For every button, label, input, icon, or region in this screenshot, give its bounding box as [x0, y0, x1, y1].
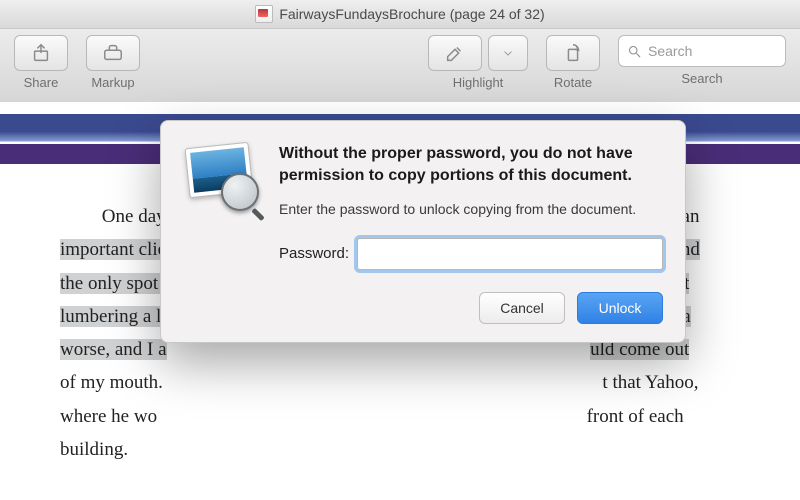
toolbar-group-share: Share [14, 35, 68, 90]
toolbar-group-markup: Markup [86, 35, 140, 90]
toolbar-group-search: Search Search [618, 35, 786, 86]
toolbar-group-highlight: Highlight [428, 35, 528, 90]
rotate-icon [562, 42, 584, 64]
preview-app-icon [183, 143, 261, 211]
dialog-heading: Without the proper password, you do not … [279, 143, 663, 186]
highlight-label: Highlight [453, 75, 504, 90]
markup-label: Markup [91, 75, 134, 90]
document-icon [255, 5, 273, 23]
cancel-button[interactable]: Cancel [479, 292, 565, 324]
toolbar: Share Markup Highlight Rotate [0, 29, 800, 110]
highlight-options-button[interactable] [488, 35, 528, 71]
highlighter-icon [444, 42, 466, 64]
share-button[interactable] [14, 35, 68, 71]
search-label: Search [681, 71, 722, 86]
highlight-button[interactable] [428, 35, 482, 71]
rotate-button[interactable] [546, 35, 600, 71]
chevron-down-icon [502, 47, 514, 59]
share-label: Share [24, 75, 59, 90]
search-input[interactable]: Search [618, 35, 786, 67]
search-icon [627, 44, 642, 59]
rotate-label: Rotate [554, 75, 592, 90]
window-titlebar: FairwaysFundaysBrochure (page 24 of 32) [0, 0, 800, 29]
unlock-button[interactable]: Unlock [577, 292, 663, 324]
search-placeholder: Search [648, 43, 692, 59]
share-icon [30, 42, 52, 64]
dialog-subtext: Enter the password to unlock copying fro… [279, 200, 663, 220]
window-title: FairwaysFundaysBrochure (page 24 of 32) [279, 6, 544, 22]
toolbox-icon [102, 42, 124, 64]
toolbar-group-rotate: Rotate [546, 35, 600, 90]
markup-button[interactable] [86, 35, 140, 71]
password-dialog: Without the proper password, you do not … [160, 120, 686, 343]
password-input[interactable] [357, 238, 663, 270]
password-label: Password: [279, 245, 349, 262]
